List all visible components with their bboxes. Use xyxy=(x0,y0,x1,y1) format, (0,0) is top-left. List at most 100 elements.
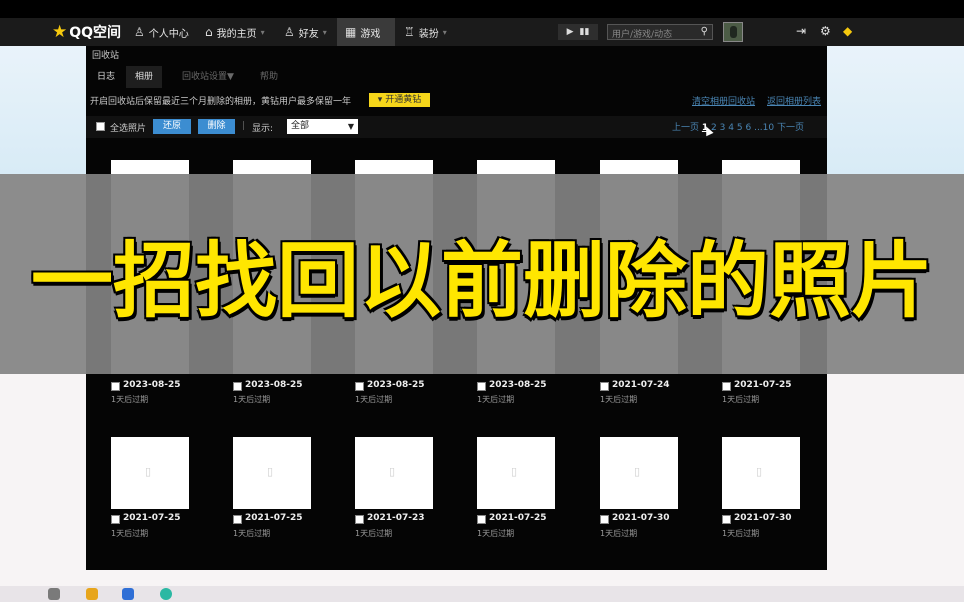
display-filter-select[interactable]: 全部 ▼ xyxy=(287,119,358,134)
clear-recycle-link[interactable]: 清空相册回收站 xyxy=(692,94,755,107)
avatar[interactable] xyxy=(723,22,743,42)
photo-expiry: 1天后过期 xyxy=(355,529,393,538)
top-nav-bar: ★ QQ空间 ♙ 个人中心 ⌂ 我的主页 ▾ ♙ 好友 ▾ ▦ 游戏 ♖ 装扮 … xyxy=(0,18,964,46)
restore-button[interactable]: 还原 xyxy=(153,119,191,134)
tab-album[interactable]: 相册 xyxy=(126,66,162,88)
photo-expiry: 1天后过期 xyxy=(600,529,638,538)
photo-date: 2023-08-25 xyxy=(123,380,181,390)
diamond-icon[interactable]: ◆ xyxy=(843,24,852,38)
nav-decorate[interactable]: ♖ 装扮 ▾ xyxy=(404,18,447,46)
photo-expiry: 1天后过期 xyxy=(722,395,760,404)
home-icon: ⌂ xyxy=(205,25,213,39)
photo-thumbnail[interactable]: ▯ xyxy=(233,437,311,509)
nav-label: 个人中心 xyxy=(148,28,189,40)
video-caption: 一招找回以前删除的照片 xyxy=(30,234,933,329)
photo-checkbox[interactable] xyxy=(600,515,609,524)
nav-personal-center[interactable]: ♙ 个人中心 xyxy=(134,18,189,46)
search-placeholder: 用户/游戏/动态 xyxy=(612,30,673,40)
tab-help[interactable]: 帮助 xyxy=(260,66,278,88)
nav-label: 装扮 xyxy=(418,28,439,40)
folder-icon[interactable] xyxy=(86,588,98,600)
photo-expiry: 1天后过期 xyxy=(600,395,638,404)
prev-page-link[interactable]: 上一页 xyxy=(672,123,699,133)
photo-expiry: 1天后过期 xyxy=(722,529,760,538)
photo-thumbnail[interactable]: ▯ xyxy=(111,437,189,509)
play-icon: ▶ xyxy=(566,27,574,37)
display-filter-value: 全部 xyxy=(291,121,310,131)
panel-title: 回收站 xyxy=(92,51,120,61)
image-placeholder-icon: ▯ xyxy=(634,465,641,478)
music-player-button[interactable]: ▶ ▮▮ xyxy=(558,24,598,40)
back-to-albums-link[interactable]: 返回相册列表 xyxy=(767,94,821,107)
vip-button-label: 开通黄钻 xyxy=(385,95,422,105)
page-6[interactable]: 6 xyxy=(745,123,751,133)
photo-date: 2021-07-25 xyxy=(734,380,792,390)
photo-date: 2021-07-25 xyxy=(245,513,303,523)
qzone-logo[interactable]: ★ QQ空间 xyxy=(52,22,121,42)
photo-expiry: 1天后过期 xyxy=(233,529,271,538)
browser-icon[interactable] xyxy=(160,588,172,600)
photo-thumbnail[interactable]: ▯ xyxy=(600,437,678,509)
image-placeholder-icon: ▯ xyxy=(267,465,274,478)
nav-label: 我的主页 xyxy=(216,28,257,40)
nav-games[interactable]: ▦ 游戏 xyxy=(337,18,395,46)
top-black-strip xyxy=(0,0,964,18)
photo-expiry: 1天后过期 xyxy=(233,395,271,404)
open-yellow-diamond-button[interactable]: ▾ 开通黄钻 xyxy=(369,93,430,107)
chevron-down-icon: ▾ xyxy=(260,27,265,37)
photo-thumbnail[interactable]: ▯ xyxy=(722,437,800,509)
page-3[interactable]: 3 xyxy=(720,123,726,133)
logout-icon[interactable]: ⇥ xyxy=(796,24,806,38)
photo-checkbox[interactable] xyxy=(722,515,731,524)
photo-checkbox[interactable] xyxy=(233,515,242,524)
gear-icon[interactable]: ⚙ xyxy=(820,24,831,38)
next-page-link[interactable]: 下一页 xyxy=(777,123,804,133)
store-icon[interactable] xyxy=(122,588,134,600)
logo-text: QQ空间 xyxy=(69,25,122,41)
page-4[interactable]: 4 xyxy=(728,123,734,133)
photo-thumbnail[interactable]: ▯ xyxy=(477,437,555,509)
photo-checkbox[interactable] xyxy=(477,382,486,391)
search-input[interactable]: 用户/游戏/动态 ⚲ xyxy=(607,24,713,40)
retention-notice: 开启回收站后保留最近三个月删除的相册，黄钻用户最多保留一年 xyxy=(90,97,352,107)
search-icon[interactable]: ⚲ xyxy=(701,26,708,37)
photo-checkbox[interactable] xyxy=(355,382,364,391)
nav-label: 好友 xyxy=(298,28,319,40)
nav-friends[interactable]: ♙ 好友 ▾ xyxy=(284,18,327,46)
select-all-label: 全选照片 xyxy=(110,124,147,134)
nav-label: 游戏 xyxy=(360,28,381,40)
os-taskbar xyxy=(0,586,964,602)
tab-recycle-settings[interactable]: 回收站设置▼ xyxy=(182,66,234,88)
photo-date: 2021-07-30 xyxy=(734,513,792,523)
image-placeholder-icon: ▯ xyxy=(145,465,152,478)
photo-date: 2021-07-23 xyxy=(367,513,425,523)
page-5[interactable]: 5 xyxy=(737,123,743,133)
shirt-icon: ♖ xyxy=(404,25,415,39)
pagination: 上一页 1 2 3 4 5 6 ...10 下一页 xyxy=(672,120,804,133)
page-10[interactable]: ...10 xyxy=(754,123,774,133)
display-label: 显示: xyxy=(252,124,274,134)
photo-expiry: 1天后过期 xyxy=(355,395,393,404)
photo-checkbox[interactable] xyxy=(111,515,120,524)
select-all-checkbox[interactable] xyxy=(96,122,105,131)
delete-button[interactable]: 删除 xyxy=(198,119,235,134)
nav-my-homepage[interactable]: ⌂ 我的主页 ▾ xyxy=(205,18,265,46)
photo-checkbox[interactable] xyxy=(355,515,364,524)
image-placeholder-icon: ▯ xyxy=(756,465,763,478)
photo-expiry: 1天后过期 xyxy=(477,395,515,404)
photo-checkbox[interactable] xyxy=(477,515,486,524)
taskbar-app-icon[interactable] xyxy=(48,588,60,600)
friends-icon: ♙ xyxy=(284,25,295,39)
photo-date: 2023-08-25 xyxy=(367,380,425,390)
photo-expiry: 1天后过期 xyxy=(477,529,515,538)
photo-checkbox[interactable] xyxy=(722,382,731,391)
photo-date: 2021-07-25 xyxy=(489,513,547,523)
photo-checkbox[interactable] xyxy=(233,382,242,391)
tab-blog[interactable]: 日志 xyxy=(90,66,122,88)
photo-thumbnail[interactable]: ▯ xyxy=(355,437,433,509)
photo-checkbox[interactable] xyxy=(111,382,120,391)
chevron-down-icon: ▾ xyxy=(322,27,327,37)
photo-checkbox[interactable] xyxy=(600,382,609,391)
photo-date: 2021-07-24 xyxy=(612,380,670,390)
chevron-down-icon: ▾ xyxy=(442,27,447,37)
